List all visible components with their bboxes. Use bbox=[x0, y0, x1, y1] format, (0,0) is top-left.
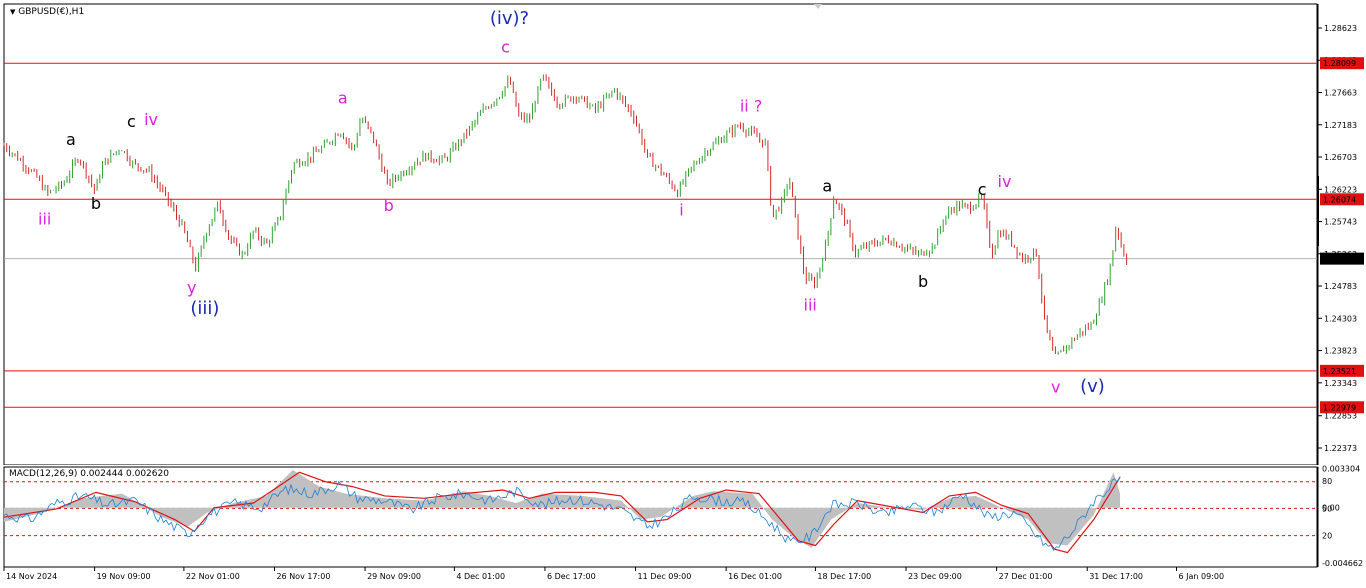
macd-histogram bbox=[4, 469, 1121, 548]
price-axis-label: 1.23343 bbox=[1324, 379, 1357, 388]
time-axis-label: 31 Dec 17:00 bbox=[1089, 572, 1143, 581]
wave-label: ii ? bbox=[740, 97, 762, 116]
macd-signal-line bbox=[3, 471, 1121, 554]
price-axis-label: 1.25743 bbox=[1324, 218, 1357, 227]
price-axis-label: 1.26223 bbox=[1324, 185, 1357, 194]
wave-label: iii bbox=[804, 295, 817, 314]
macd-plot-frame bbox=[3, 466, 1318, 568]
price-axis-label: 1.24303 bbox=[1324, 314, 1357, 323]
price-axis-label: 1.24783 bbox=[1324, 282, 1357, 291]
price-axis-label: 1.27183 bbox=[1324, 121, 1357, 130]
wave-label: v bbox=[1051, 377, 1060, 396]
wave-label: b bbox=[918, 272, 928, 291]
price-axis-label: 1.26703 bbox=[1324, 153, 1357, 162]
macd-axis-label: 0.003304 bbox=[1322, 465, 1360, 474]
wave-label: a bbox=[822, 176, 832, 195]
wave-label: a bbox=[66, 130, 76, 149]
price-axis-label: 1.22373 bbox=[1324, 444, 1357, 453]
price-axis-label: 1.23823 bbox=[1324, 347, 1357, 356]
wave-label: (iii) bbox=[190, 298, 219, 319]
time-axis-label: 4 Dec 01:00 bbox=[456, 572, 505, 581]
price-axis-label: 1.28623 bbox=[1324, 24, 1357, 33]
dropdown-triangle-icon[interactable]: ▼ bbox=[10, 8, 15, 16]
symbol-header-text: GBPUSD(€),H1 bbox=[18, 7, 85, 17]
time-axis-label: 16 Dec 01:00 bbox=[728, 572, 782, 581]
time-axis-label: 22 Nov 01:00 bbox=[186, 572, 240, 581]
level-price-label: 1.23521 bbox=[1323, 367, 1356, 376]
time-axis-label: 14 Nov 2024 bbox=[6, 572, 57, 581]
time-axis-label: 19 Nov 09:00 bbox=[97, 572, 151, 581]
wave-label: (iv)? bbox=[490, 8, 529, 29]
macd-axis-label: 80 bbox=[1322, 477, 1332, 486]
time-axis-label: 18 Dec 17:00 bbox=[817, 572, 871, 581]
level-price-label: 1.26074 bbox=[1323, 195, 1356, 204]
time-axis-label: 29 Nov 09:00 bbox=[367, 572, 421, 581]
wave-label: iv bbox=[144, 110, 158, 129]
macd-axis-label: 0.00 bbox=[1322, 504, 1340, 513]
wave-label: c bbox=[978, 180, 987, 199]
wave-label: b bbox=[384, 196, 394, 215]
time-axis-label: 6 Jan 09:00 bbox=[1179, 572, 1225, 581]
wave-label: c bbox=[127, 112, 136, 131]
macd-main-line bbox=[3, 476, 1121, 551]
symbol-header: ▼ GBPUSD(€),H1 bbox=[10, 7, 84, 17]
time-axis-label: 6 Dec 17:00 bbox=[547, 572, 596, 581]
current-price-label: 1.25191 bbox=[1323, 255, 1356, 264]
wave-label: iv bbox=[998, 172, 1012, 191]
price-chart-panel[interactable]: 1.286231.281431.276631.271831.267031.262… bbox=[0, 0, 1366, 465]
wave-label: y bbox=[187, 278, 196, 297]
macd-axis-label: -0.004662 bbox=[1322, 559, 1363, 568]
wave-label: b bbox=[91, 194, 101, 213]
wave-label: c bbox=[501, 37, 510, 56]
time-axis-label: 23 Dec 09:00 bbox=[908, 572, 962, 581]
macd-header: MACD(12,26,9) 0.002444 0.002620 bbox=[9, 469, 169, 479]
time-axis-label: 11 Dec 09:00 bbox=[638, 572, 692, 581]
macd-header-text: MACD(12,26,9) 0.002444 0.002620 bbox=[9, 469, 169, 479]
wave-label: iii bbox=[38, 209, 51, 228]
level-price-label: 1.22979 bbox=[1323, 403, 1356, 412]
price-axis-label: 1.27663 bbox=[1324, 89, 1357, 98]
wave-label: a bbox=[338, 88, 348, 107]
axis-range-marker bbox=[1317, 176, 1319, 246]
wave-label: (v) bbox=[1080, 376, 1105, 397]
wave-label: i bbox=[679, 201, 683, 220]
macd-axis-label: 20 bbox=[1322, 532, 1332, 541]
time-axis-label: 26 Nov 17:00 bbox=[276, 572, 330, 581]
time-axis-label: 27 Dec 01:00 bbox=[999, 572, 1053, 581]
level-price-label: 1.28099 bbox=[1323, 59, 1356, 68]
macd-axis-label: 50 bbox=[1322, 504, 1332, 513]
price-plot-frame bbox=[3, 3, 1318, 465]
